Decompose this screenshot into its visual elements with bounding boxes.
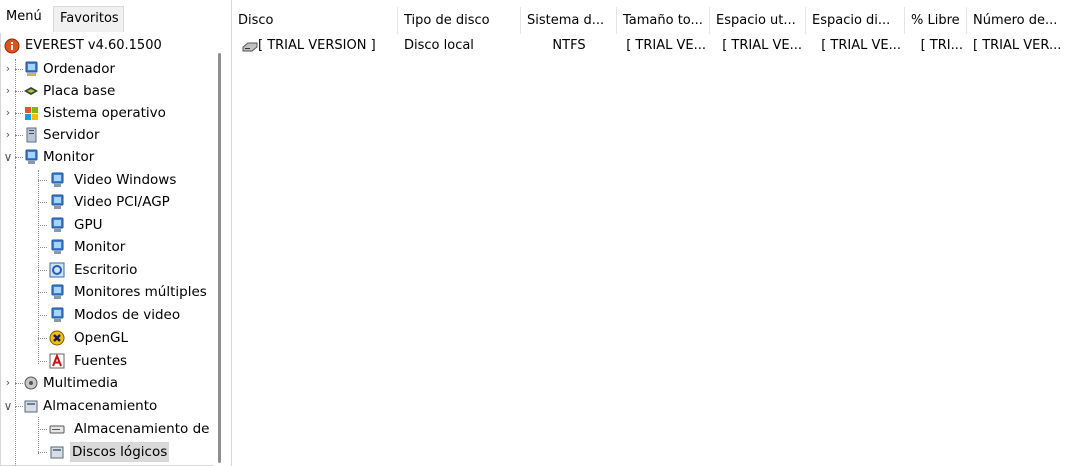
multimedia-icon	[23, 375, 39, 391]
scrollbar-thumb[interactable]	[218, 53, 221, 463]
tree-item-label: Monitor	[74, 239, 126, 255]
tree-item-label: Video PCI/AGP	[74, 194, 170, 210]
tree-item-multimedia[interactable]: › Multimedia	[1, 372, 213, 394]
tab-menu[interactable]: Menú	[0, 5, 48, 33]
desktop-icon	[49, 262, 65, 278]
tree-item-label: Monitores múltiples	[74, 284, 207, 300]
tree-root[interactable]: EVEREST v4.60.1500	[1, 35, 213, 57]
column-tipo-de-disco[interactable]: Tipo de disco	[398, 7, 521, 34]
tree-item-monitor[interactable]: ∨ Monitor	[1, 146, 213, 168]
tree-item-label: Video Windows	[74, 172, 177, 188]
tree-item-ordenador[interactable]: › Ordenador	[1, 58, 213, 80]
tree-item-label: Modos de video	[74, 307, 181, 323]
tree-item-label: Monitor	[43, 149, 95, 165]
pane-tabs: Menú Favoritos	[0, 0, 230, 33]
tree-item-opengl[interactable]: OpenGL	[1, 327, 213, 349]
chevron-down-icon[interactable]: ∨	[3, 146, 13, 168]
tree-item-almacenamiento[interactable]: ∨ Almacenamiento	[1, 395, 213, 417]
tree-vertical-scrollbar[interactable]	[213, 33, 227, 466]
tree-item-almacenamiento-de[interactable]: Almacenamiento de	[1, 418, 213, 440]
chevron-right-icon[interactable]: ›	[3, 58, 13, 80]
tree-item-video-pci-agp[interactable]: Video PCI/AGP	[1, 191, 213, 213]
cell-espacio-utilizado: [ TRIAL VE...	[722, 38, 802, 53]
tree-item-label: Multimedia	[43, 375, 119, 391]
left-pane: Menú Favoritos EVEREST v4.60.1500 › Orde…	[0, 0, 230, 466]
tree-item-label: GPU	[74, 217, 103, 233]
column-disco[interactable]: Disco	[232, 7, 398, 34]
cell-numero: [ TRIAL VER...	[973, 38, 1062, 53]
cell-disco: [ TRIAL VERSION ]	[258, 38, 376, 53]
tree-item-escritorio[interactable]: Escritorio	[1, 259, 213, 281]
tree-item-label: Almacenamiento de	[74, 421, 210, 437]
tree-item-label: Sistema operativo	[43, 105, 166, 121]
tree-item-label: Escritorio	[74, 262, 138, 278]
storage-icon	[23, 398, 39, 414]
tree-item-monitores-multiples[interactable]: Monitores múltiples	[1, 281, 213, 303]
monitor-icon	[23, 149, 39, 165]
navigation-tree-panel: EVEREST v4.60.1500 › Ordenador › Placa b…	[0, 33, 227, 466]
column-tamano-total[interactable]: Tamaño to...	[617, 7, 710, 34]
chevron-right-icon[interactable]: ›	[3, 372, 13, 394]
display-icon	[49, 239, 65, 255]
tab-favorites[interactable]: Favoritos	[53, 6, 124, 32]
tree-item-video-windows[interactable]: Video Windows	[1, 169, 213, 191]
fonts-icon	[49, 353, 65, 369]
display-icon	[49, 194, 65, 210]
tree-item-sistema-operativo[interactable]: › Sistema operativo	[1, 102, 213, 124]
display-icon	[49, 172, 65, 188]
chevron-down-icon[interactable]: ∨	[3, 395, 13, 417]
navigation-tree[interactable]: EVEREST v4.60.1500 › Ordenador › Placa b…	[1, 33, 213, 466]
cell-tamano-total: [ TRIAL VE...	[626, 38, 706, 53]
cell-tipo-de-disco: Disco local	[404, 38, 474, 53]
tree-item-modos-de-video[interactable]: Modos de video	[1, 304, 213, 326]
display-icon	[49, 307, 65, 323]
cell-porcentaje-libre: [ TRI...	[920, 38, 963, 53]
tree-item-label: Placa base	[43, 83, 116, 99]
tree-item-gpu[interactable]: GPU	[1, 214, 213, 236]
tree-item-fuentes[interactable]: Fuentes	[1, 350, 213, 372]
computer-icon	[23, 61, 39, 77]
cell-espacio-disponible: [ TRIAL VE...	[821, 38, 901, 53]
tree-item-servidor[interactable]: › Servidor	[1, 124, 213, 146]
logical-disk-icon	[49, 444, 65, 460]
column-espacio-utilizado[interactable]: Espacio ut...	[710, 7, 806, 34]
tree-item-label: OpenGL	[74, 330, 129, 346]
column-header: Disco Tipo de disco Sistema d... Tamaño …	[232, 7, 1072, 34]
column-espacio-disponible[interactable]: Espacio di...	[806, 7, 905, 34]
opengl-icon	[49, 330, 65, 346]
chevron-right-icon[interactable]: ›	[3, 80, 13, 102]
info-icon	[4, 38, 20, 54]
tree-item-label: Ordenador	[43, 61, 116, 77]
tree-item-label: Servidor	[43, 127, 100, 143]
chevron-right-icon[interactable]: ›	[3, 102, 13, 124]
cell-sistema: NTFS	[552, 38, 586, 53]
server-icon	[23, 127, 39, 143]
column-numero[interactable]: Número de...	[967, 7, 1072, 34]
tree-root-label: EVEREST v4.60.1500	[25, 38, 162, 53]
tree-item-label: Discos lógicos	[70, 442, 170, 462]
motherboard-icon	[23, 83, 39, 99]
list-view: Disco Tipo de disco Sistema d... Tamaño …	[231, 0, 1072, 466]
display-icon	[49, 284, 65, 300]
column-sistema[interactable]: Sistema d...	[521, 7, 617, 34]
chevron-right-icon[interactable]: ›	[3, 124, 13, 146]
tree-item-label: Fuentes	[74, 353, 128, 369]
tree-item-monitor-child[interactable]: Monitor	[1, 236, 213, 258]
display-icon	[49, 217, 65, 233]
tree-item-placa-base[interactable]: › Placa base	[1, 80, 213, 102]
tree-item-label: Almacenamiento	[43, 398, 158, 414]
tree-item-discos-logicos[interactable]: Discos lógicos	[1, 441, 213, 463]
drive-icon	[49, 421, 65, 437]
windows-logo-icon	[23, 105, 39, 121]
column-porcentaje-libre[interactable]: % Libre	[905, 7, 967, 34]
